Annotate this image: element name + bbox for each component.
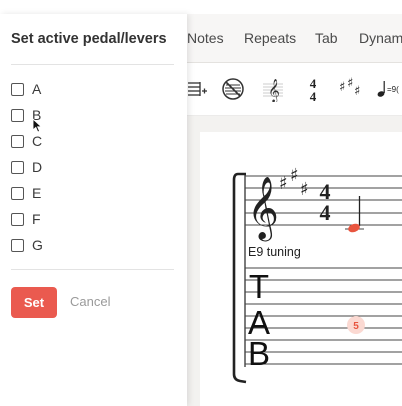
svg-text:♯: ♯	[300, 179, 309, 200]
checkbox-e[interactable]	[11, 186, 24, 200]
lever-a-option[interactable]: A	[11, 78, 41, 100]
lever-e-option[interactable]: E	[11, 182, 41, 204]
mouse-cursor-icon	[32, 118, 43, 133]
lever-d-option[interactable]: D	[11, 156, 42, 178]
pedal-levers-panel: Set active pedal/levers A B C D E F G Se…	[0, 14, 187, 406]
svg-text:♯: ♯	[279, 173, 288, 194]
lever-g-option[interactable]: G	[11, 234, 43, 256]
key-signature-sharps: ♯ ♯ ♯	[279, 165, 309, 200]
checkbox-f[interactable]	[11, 212, 24, 226]
lever-c-label: C	[32, 133, 43, 149]
cancel-button[interactable]: Cancel	[70, 294, 110, 309]
divider-top	[11, 64, 174, 65]
lever-f-label: F	[32, 211, 41, 227]
tab-fret-number: 5	[353, 321, 359, 332]
lever-g-label: G	[32, 237, 43, 253]
checkbox-g[interactable]	[11, 238, 24, 252]
lever-e-label: E	[32, 185, 42, 201]
tuning-label: E9 tuning	[248, 245, 301, 259]
svg-text:♯: ♯	[290, 165, 299, 186]
panel-title: Set active pedal/levers	[11, 31, 167, 47]
time-signature-bottom: 4	[320, 200, 331, 225]
lever-d-label: D	[32, 159, 43, 175]
checkbox-c[interactable]	[11, 134, 24, 148]
tab-clef: T A B	[248, 268, 270, 372]
checkbox-b[interactable]	[11, 108, 24, 122]
divider-bottom	[11, 269, 174, 270]
treble-clef: 𝄞	[247, 176, 279, 242]
checkbox-a[interactable]	[11, 82, 24, 96]
svg-text:B: B	[248, 335, 270, 372]
svg-text:T: T	[249, 268, 269, 305]
system-bracket	[232, 172, 247, 384]
set-button[interactable]: Set	[11, 287, 57, 318]
lever-f-option[interactable]: F	[11, 208, 41, 230]
lever-a-label: A	[32, 81, 42, 97]
checkbox-d[interactable]	[11, 160, 24, 174]
